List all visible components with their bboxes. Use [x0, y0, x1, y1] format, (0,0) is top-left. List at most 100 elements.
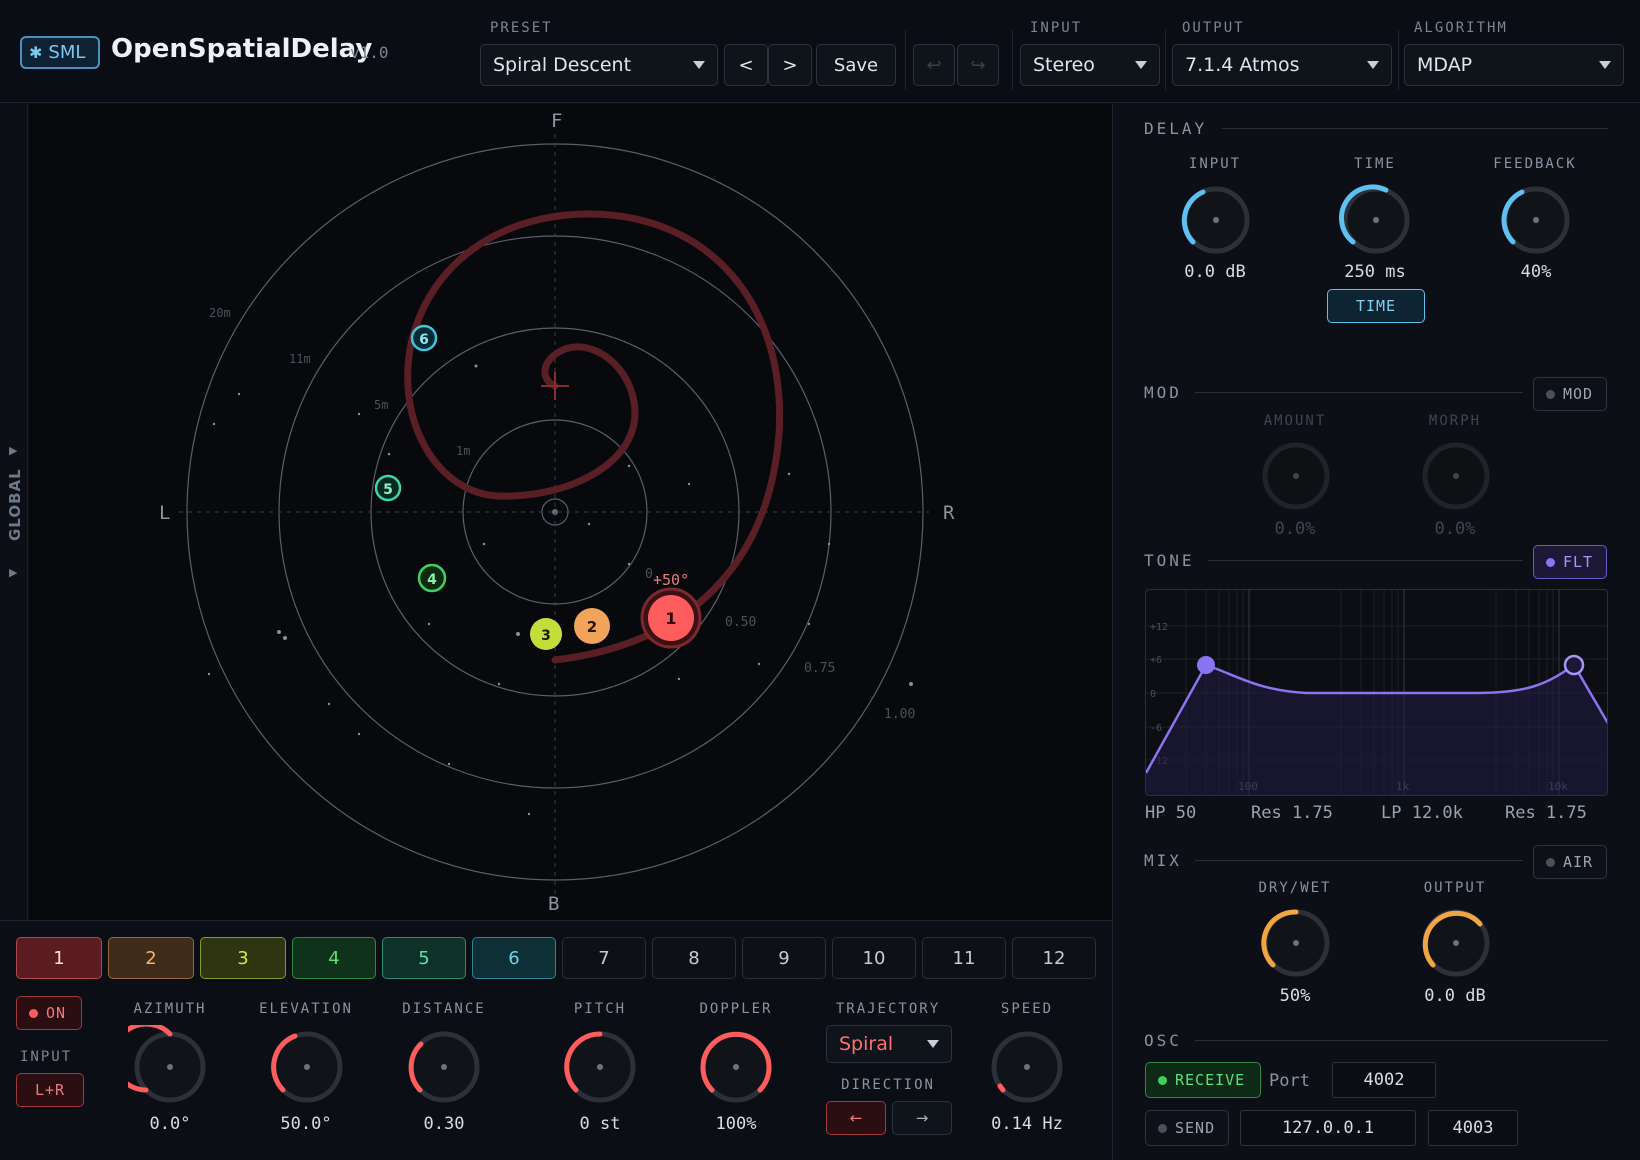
tap-on-toggle[interactable]: ON: [16, 996, 82, 1030]
output-label: OUTPUT: [1182, 20, 1245, 36]
status-dot: [1546, 557, 1555, 567]
chevron-right-icon: ▶: [9, 566, 18, 579]
distance-value: 0.30: [423, 1114, 465, 1134]
undo-button[interactable]: ↩: [913, 44, 955, 86]
pitch-knob[interactable]: [558, 1025, 642, 1109]
mod-toggle[interactable]: MOD: [1533, 377, 1607, 411]
mix-output-value: 0.0 dB: [1424, 986, 1486, 1006]
filter-toggle[interactable]: FLT: [1533, 545, 1607, 579]
delay-input-knob[interactable]: [1176, 180, 1256, 260]
section-rule: [1222, 128, 1608, 129]
divider: [905, 30, 906, 90]
section-rule: [1208, 560, 1523, 561]
divider: [1398, 30, 1399, 90]
selected-angle-label: +50°: [653, 571, 689, 589]
delay-input-label: INPUT: [1188, 156, 1242, 172]
tab-tap-12[interactable]: 12: [1012, 937, 1096, 979]
next-preset-button[interactable]: >: [768, 44, 812, 86]
global-sidebar[interactable]: ▶ GLOBAL ▶: [0, 104, 28, 920]
tab-tap-5[interactable]: 5: [382, 937, 466, 979]
lp-filter-handle[interactable]: [1563, 654, 1585, 676]
section-rule: [1195, 1040, 1608, 1041]
osc-send-toggle[interactable]: SEND: [1145, 1110, 1229, 1146]
mix-section-title: MIX: [1144, 851, 1182, 870]
tap-input-label: INPUT: [20, 1049, 73, 1065]
pitch-label: PITCH: [573, 1001, 627, 1017]
drywet-value: 50%: [1279, 986, 1311, 1006]
tap-marker-6[interactable]: 6: [410, 324, 438, 352]
morph-label: MORPH: [1428, 413, 1482, 429]
drywet-knob[interactable]: [1256, 903, 1336, 983]
osc-send-ip-field[interactable]: 127.0.0.1: [1240, 1110, 1416, 1146]
direction-reverse-button[interactable]: ←: [826, 1101, 886, 1135]
mod-amount-knob[interactable]: [1256, 436, 1336, 516]
algorithm-dropdown[interactable]: MDAP: [1404, 44, 1624, 86]
time-sync-button[interactable]: TIME: [1327, 289, 1425, 323]
tap-marker-1[interactable]: 1: [640, 587, 702, 649]
morph-knob[interactable]: [1416, 436, 1496, 516]
feedback-knob[interactable]: [1496, 180, 1576, 260]
preset-label: PRESET: [490, 20, 553, 36]
save-button[interactable]: Save: [816, 44, 896, 86]
doppler-knob[interactable]: [694, 1025, 778, 1109]
section-rule: [1195, 392, 1523, 393]
speed-knob[interactable]: [985, 1025, 1069, 1109]
tap-marker-4[interactable]: 4: [417, 563, 447, 593]
svg-text:1: 1: [665, 609, 676, 628]
hp-filter-handle[interactable]: [1197, 656, 1215, 674]
status-dot: [29, 1008, 38, 1018]
chevron-right-icon: ▶: [9, 444, 18, 457]
spatial-radar[interactable]: F B L R 20m 11m 5m 1m 0.50 0.75 1.00 0. …: [29, 104, 1112, 920]
delay-time-knob[interactable]: [1336, 180, 1416, 260]
ring-label-11m: 11m: [289, 352, 311, 366]
status-dot: [1158, 1075, 1167, 1085]
osc-send-label: SEND: [1175, 1119, 1216, 1137]
tab-tap-11[interactable]: 11: [922, 937, 1006, 979]
tap-marker-3[interactable]: 3: [530, 618, 562, 650]
input-value: Stereo: [1033, 54, 1095, 76]
distance-knob[interactable]: [402, 1025, 486, 1109]
osc-send-port-field[interactable]: 4003: [1428, 1110, 1518, 1146]
tab-tap-6[interactable]: 6: [472, 937, 556, 979]
preset-dropdown[interactable]: Spiral Descent: [480, 44, 718, 86]
redo-icon: ↪: [970, 54, 986, 76]
osc-port-label: Port: [1269, 1071, 1310, 1091]
output-dropdown[interactable]: 7.1.4 Atmos: [1172, 44, 1392, 86]
tap-marker-2[interactable]: 2: [574, 608, 610, 644]
morph-value: 0.0%: [1434, 519, 1476, 539]
section-rule: [1195, 860, 1523, 861]
osc-receive-toggle[interactable]: RECEIVE: [1145, 1062, 1261, 1098]
azimuth-knob[interactable]: [128, 1025, 212, 1109]
filter-toggle-label: FLT: [1563, 553, 1594, 571]
redo-button[interactable]: ↪: [957, 44, 999, 86]
chevron-down-icon: [927, 1040, 939, 1048]
tap-input-button[interactable]: L+R: [16, 1073, 84, 1107]
eq-db-tick-0: 0: [1150, 689, 1156, 700]
tab-tap-2[interactable]: 2: [108, 937, 194, 979]
ring-label-075: 0.75: [804, 661, 835, 676]
tap-marker-5[interactable]: 5: [374, 474, 402, 502]
divider: [1165, 30, 1166, 90]
tab-tap-10[interactable]: 10: [832, 937, 916, 979]
trajectory-dropdown[interactable]: Spiral: [826, 1025, 952, 1063]
direction-forward-button[interactable]: →: [892, 1101, 952, 1135]
tab-tap-8[interactable]: 8: [652, 937, 736, 979]
tab-tap-4[interactable]: 4: [292, 937, 376, 979]
tab-tap-7[interactable]: 7: [562, 937, 646, 979]
prev-preset-button[interactable]: <: [724, 44, 768, 86]
eq-display[interactable]: +12 +6 0 -6 -12 100 1k 10k: [1145, 589, 1608, 796]
elevation-knob[interactable]: [265, 1025, 349, 1109]
air-toggle[interactable]: AIR: [1533, 845, 1607, 879]
tap-on-label: ON: [46, 1004, 67, 1022]
mod-toggle-label: MOD: [1563, 385, 1594, 403]
tab-tap-9[interactable]: 9: [742, 937, 826, 979]
tab-tap-3[interactable]: 3: [200, 937, 286, 979]
delay-input-value: 0.0 dB: [1184, 262, 1246, 282]
mix-output-knob[interactable]: [1416, 903, 1496, 983]
mod-amount-value: 0.0%: [1274, 519, 1316, 539]
tab-tap-1[interactable]: 1: [16, 937, 102, 979]
osc-receive-port-field[interactable]: 4002: [1332, 1062, 1436, 1098]
direction-label: DIRECTION: [841, 1077, 935, 1093]
svg-text:2: 2: [587, 618, 597, 636]
input-dropdown[interactable]: Stereo: [1020, 44, 1160, 86]
